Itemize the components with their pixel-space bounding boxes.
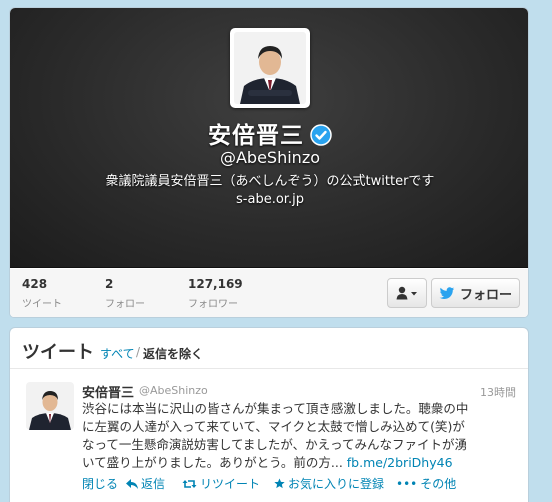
tweet-timestamp[interactable]: 13時間 [480, 384, 516, 400]
profile-avatar[interactable] [230, 28, 310, 108]
follow-button[interactable]: フォロー [431, 278, 520, 308]
collapse-label: 閉じる [82, 477, 119, 491]
user-actions-button[interactable] [387, 278, 427, 308]
stat-following-label: フォロー [105, 299, 145, 310]
tweet-text-line-last: いて盛り上がりました。ありがとう。前の方... fb.me/2briDhy46 [82, 454, 518, 472]
profile-stats: 428 ツイート 2 フォロー 127,169 フォロワー フォロー [10, 269, 528, 317]
retweet-action[interactable]: リツイート [182, 475, 260, 492]
stat-tweets[interactable]: 428 ツイート [22, 277, 62, 310]
more-action[interactable]: ••• その他 [396, 475, 456, 492]
profile-header: 安倍晋三 @AbeShinzo 衆議院議員安倍晋三（あべしんぞう）の公式twit… [10, 8, 528, 268]
tweet-link[interactable]: fb.me/2briDhy46 [347, 455, 453, 470]
user-dropdown-icon [396, 286, 417, 300]
more-label: その他 [420, 477, 457, 491]
tweet-text-line: 渋谷には本当に沢山の皆さんが集まって頂き感激しました。聴衆の中 [82, 401, 469, 416]
profile-name-row: 安倍晋三 [10, 116, 528, 150]
stat-followers-value: 127,169 [188, 277, 243, 291]
stat-followers-label: フォロワー [188, 299, 238, 310]
profile-handle: @AbeShinzo [219, 148, 320, 167]
avatar-photo-icon [234, 32, 306, 104]
reply-action[interactable]: 返信 [126, 475, 165, 492]
tweets-card: ツイート すべて / 返信を除く 安倍晋三 @AbeShinzo 13時間 渋谷… [9, 327, 529, 502]
tweet-text-line: いて盛り上がりました。ありがとう。前の方... [82, 455, 343, 470]
profile-name: 安倍晋三 [208, 123, 304, 149]
star-icon [274, 478, 285, 489]
stat-followers[interactable]: 127,169 フォロワー [188, 277, 243, 310]
retweet-label: リツイート [200, 477, 261, 491]
filter-all-link[interactable]: すべて [100, 345, 135, 362]
stat-tweets-value: 428 [22, 277, 48, 291]
stat-following[interactable]: 2 フォロー [105, 277, 145, 310]
tweet-text-line: なって一生懸命演説妨害してましたが、かえってみんなファイトが湧 [82, 437, 468, 452]
twitter-bird-icon [439, 286, 455, 299]
filter-separator: / [136, 345, 141, 359]
tweets-header: ツイート すべて / 返信を除く [10, 328, 528, 369]
retweet-icon [182, 479, 197, 488]
tweet-author-handle[interactable]: @AbeShinzo [139, 384, 208, 397]
tweet-avatar-photo-icon [26, 382, 74, 430]
stat-tweets-label: ツイート [22, 299, 62, 310]
stat-following-value: 2 [105, 277, 114, 291]
reply-icon [126, 478, 138, 489]
reply-label: 返信 [141, 477, 166, 491]
tweet-text: 渋谷には本当に沢山の皆さんが集まって頂き感激しました。聴衆の中 に左翼の人達が入… [82, 400, 518, 472]
profile-website-link[interactable]: s-abe.or.jp [10, 192, 528, 207]
filter-no-replies[interactable]: 返信を除く [143, 345, 203, 362]
profile-bio: 衆議院議員安倍晋三（あべしんぞう）の公式twitterです [105, 174, 435, 189]
verified-badge-icon [310, 123, 332, 146]
more-dots-icon: ••• [396, 476, 418, 491]
favorite-label: お気に入りに登録 [288, 477, 385, 491]
profile-card: 安倍晋三 @AbeShinzo 衆議院議員安倍晋三（あべしんぞう）の公式twit… [9, 7, 529, 318]
favorite-action[interactable]: お気に入りに登録 [274, 475, 384, 492]
tweet-avatar[interactable] [26, 382, 74, 430]
collapse-action[interactable]: 閉じる [82, 475, 118, 492]
tweets-title: ツイート [22, 342, 94, 363]
tweet-author-name[interactable]: 安倍晋三 [82, 382, 134, 401]
tweet-text-line: に左翼の人達が入って来ていて、マイクと太鼓で憎しみ込めて(笑)が [82, 419, 465, 434]
follow-button-label: フォロー [459, 287, 512, 303]
